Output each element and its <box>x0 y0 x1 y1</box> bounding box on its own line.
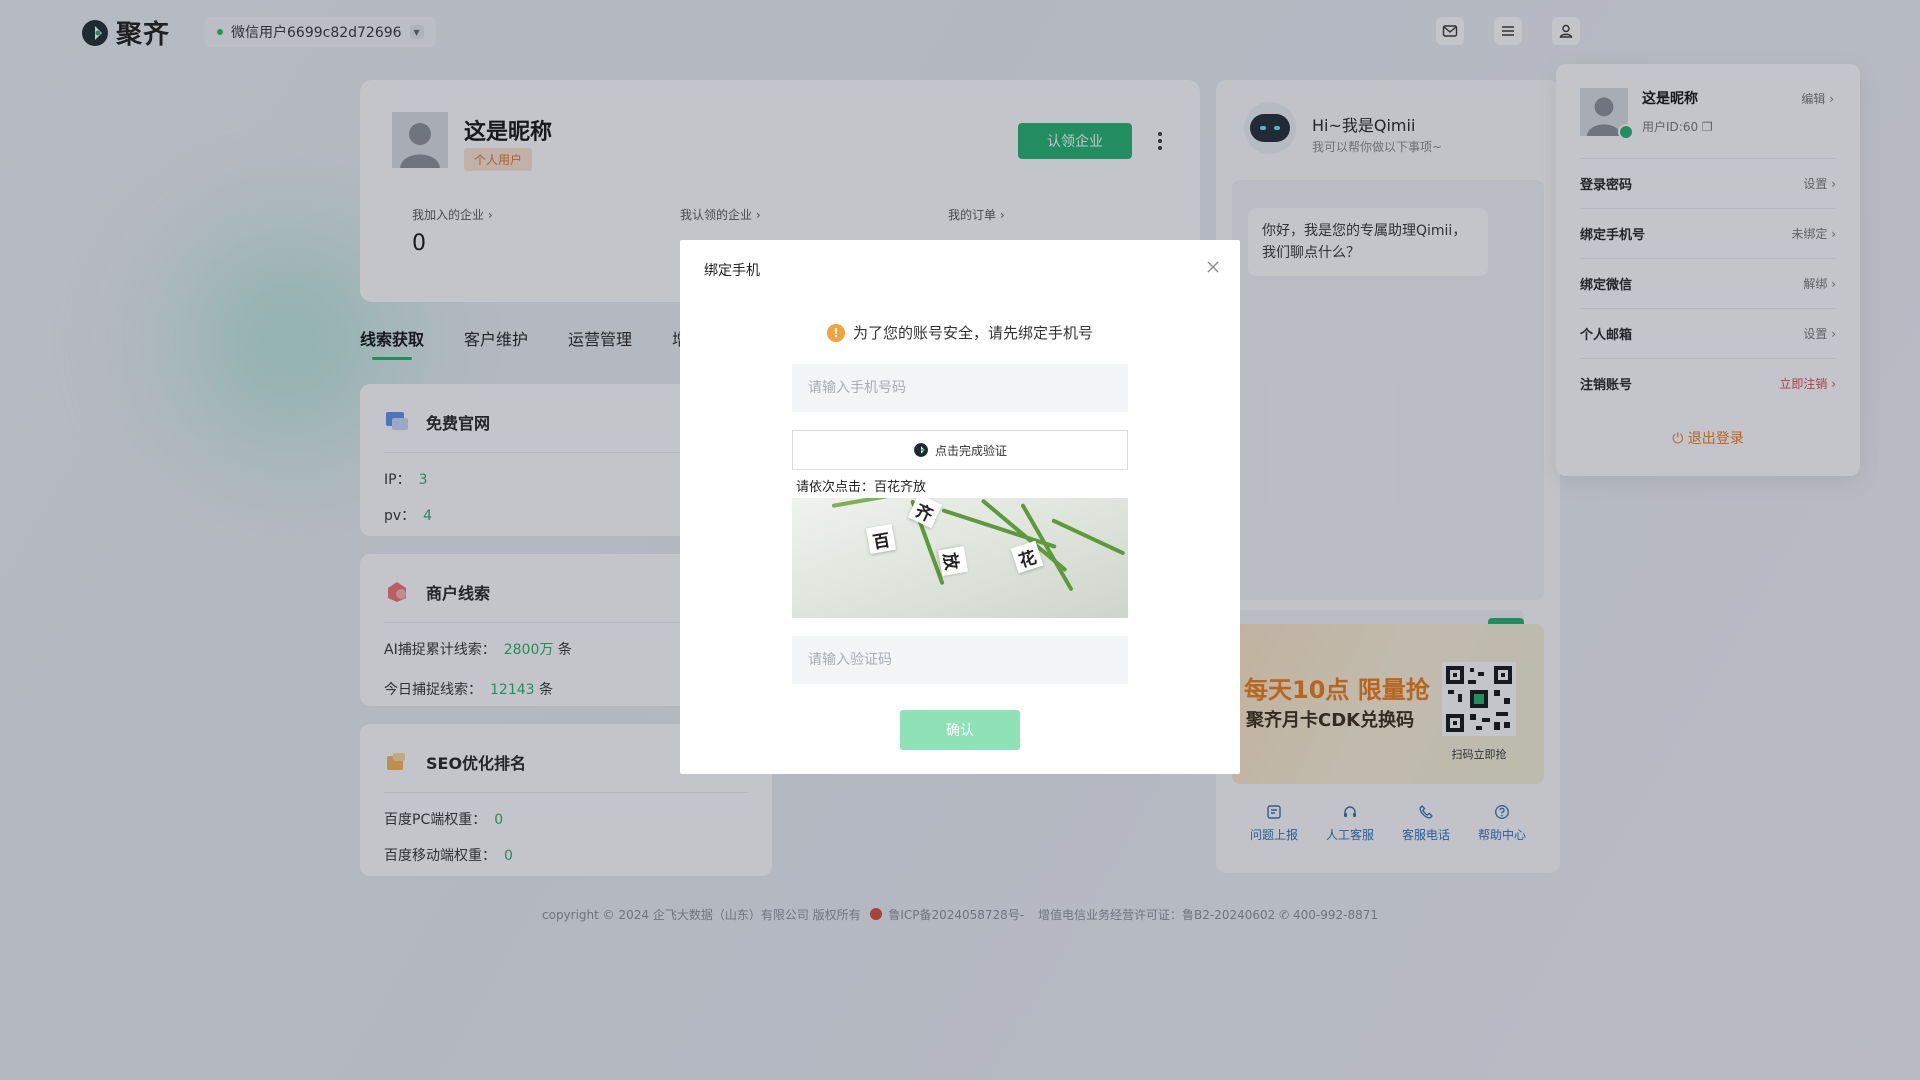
phone-input[interactable] <box>792 364 1128 412</box>
captcha-char[interactable]: 百 <box>865 523 897 555</box>
brand-logo-icon <box>914 443 928 457</box>
verification-code-input[interactable] <box>792 636 1128 684</box>
captcha-verify-button[interactable]: 点击完成验证 <box>792 430 1128 470</box>
captcha-image[interactable]: 百 齐 放 花 <box>792 498 1128 618</box>
security-warning: ! 为了您的账号安全，请先绑定手机号 <box>680 322 1240 343</box>
bind-phone-dialog: 绑定手机 ! 为了您的账号安全，请先绑定手机号 点击完成验证 请依次点击：百花齐… <box>680 240 1240 774</box>
warning-icon: ! <box>826 323 845 342</box>
confirm-button[interactable]: 确认 <box>900 710 1020 750</box>
captcha-hint: 请依次点击：百花齐放 <box>796 480 927 495</box>
close-icon <box>1207 261 1219 273</box>
dialog-title: 绑定手机 <box>704 263 760 279</box>
captcha-char[interactable]: 放 <box>937 545 969 577</box>
close-button[interactable] <box>1204 258 1222 276</box>
